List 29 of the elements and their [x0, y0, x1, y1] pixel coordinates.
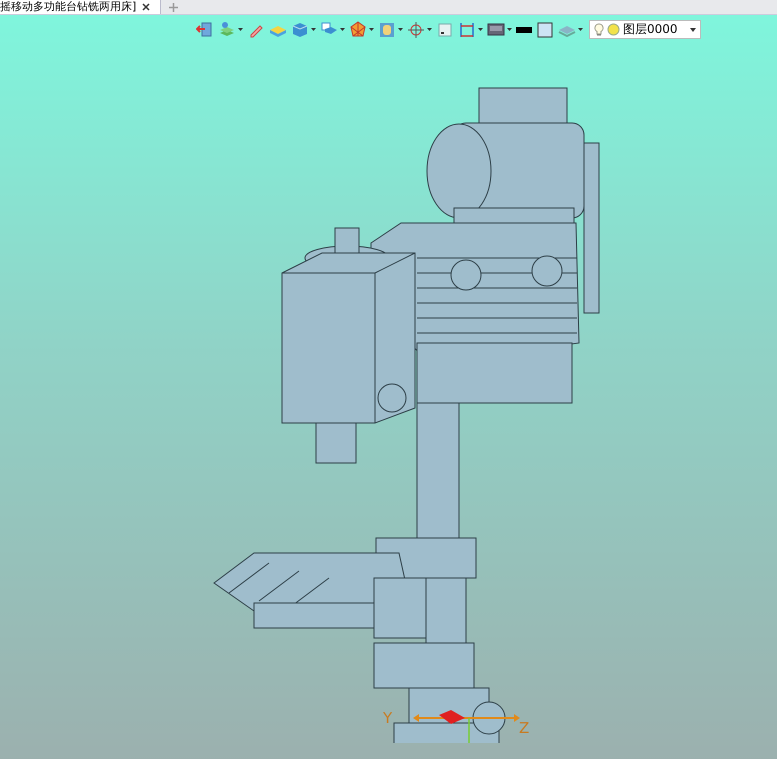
filled-rectangle-icon[interactable] — [516, 26, 532, 32]
caret-icon[interactable] — [369, 28, 374, 31]
lightbulb-icon — [594, 22, 604, 36]
polygon-tool-button[interactable] — [349, 20, 374, 38]
crosshair-tool-button[interactable] — [407, 20, 432, 38]
caret-icon[interactable] — [690, 28, 696, 32]
caret-icon[interactable] — [478, 28, 483, 31]
document-tab[interactable]: 摇移动多功能台钻铣两用床] — [0, 0, 162, 14]
caret-icon[interactable] — [340, 28, 345, 31]
axis-label: Z — [518, 719, 529, 737]
plus-icon[interactable] — [169, 2, 178, 12]
ruler-icon[interactable] — [458, 20, 476, 38]
outline-tool-button[interactable] — [536, 20, 554, 38]
close-icon[interactable] — [142, 3, 150, 11]
layer-selector[interactable]: 图层0000 — [589, 20, 701, 39]
caret-icon[interactable] — [238, 28, 243, 31]
polygon-icon[interactable] — [349, 20, 367, 38]
caret-icon[interactable] — [578, 28, 583, 31]
ruler-tool-button[interactable] — [458, 20, 483, 38]
caret-icon[interactable] — [507, 28, 512, 31]
caret-icon[interactable] — [311, 28, 316, 31]
monitor-tool-button[interactable] — [487, 20, 512, 38]
axis-label: Y — [382, 709, 392, 727]
monitor-icon[interactable] — [487, 20, 505, 38]
layer-name: 图层0000 — [623, 21, 679, 38]
crosshair-icon[interactable] — [407, 20, 425, 38]
caret-icon[interactable] — [427, 28, 432, 31]
caret-icon[interactable] — [398, 28, 403, 31]
exit-tool-button[interactable] — [196, 20, 214, 38]
